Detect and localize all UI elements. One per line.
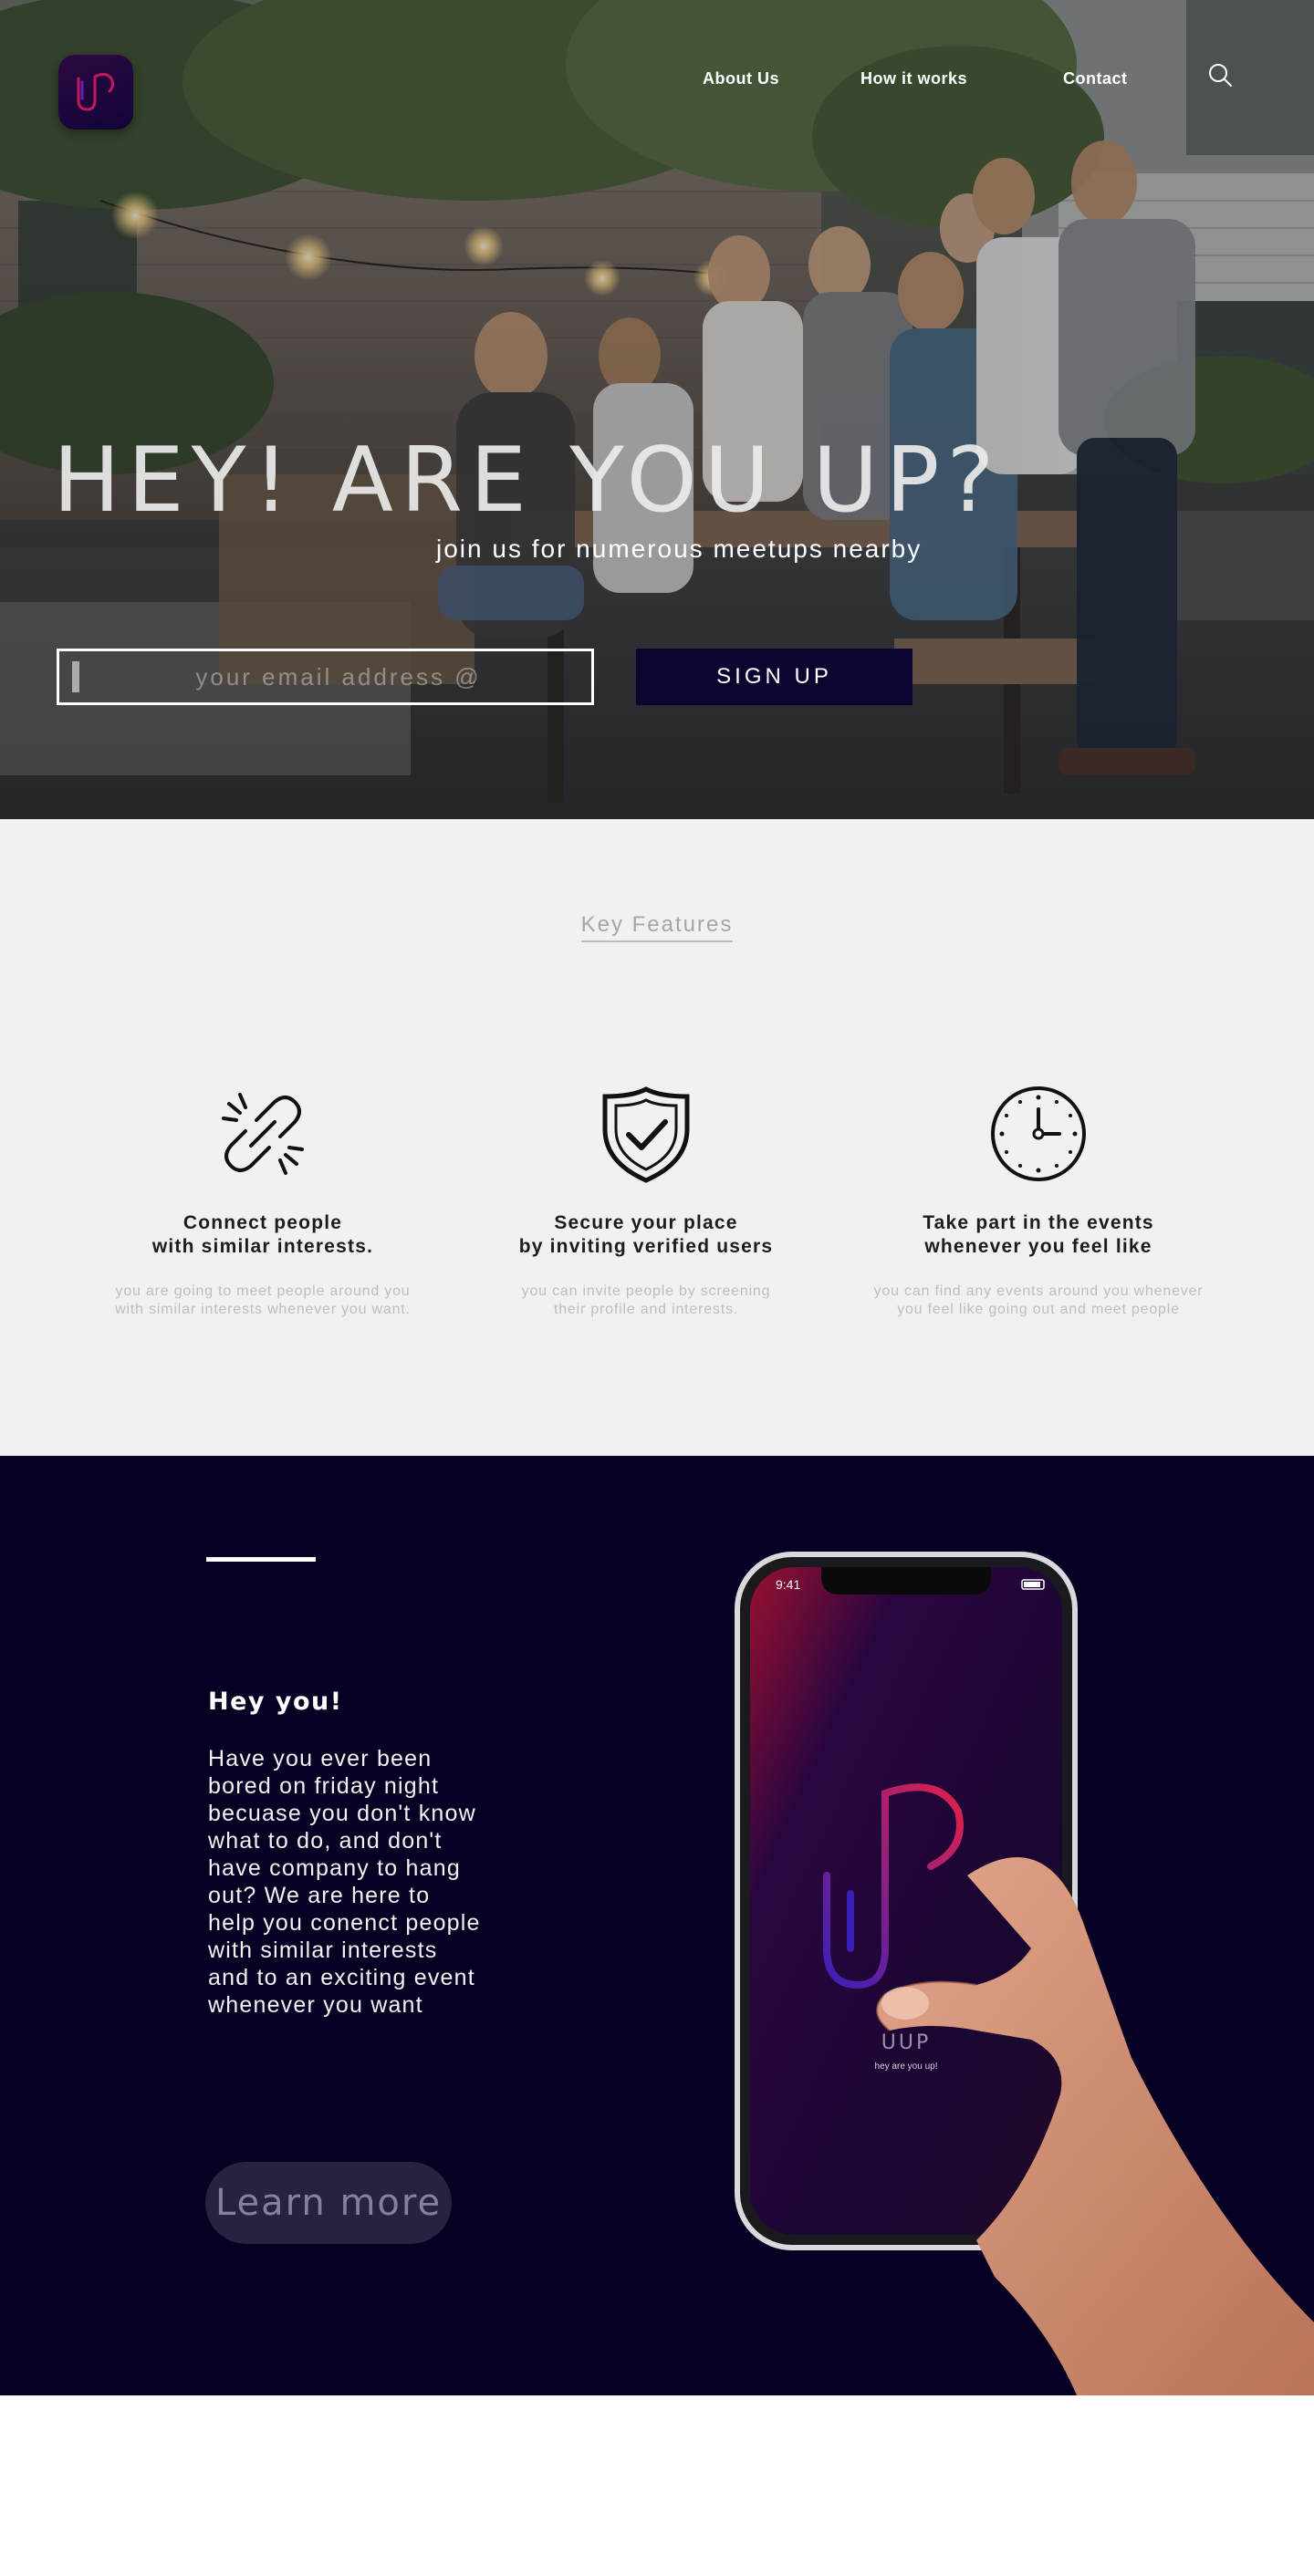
learn-more-button[interactable]: Learn more bbox=[205, 2162, 452, 2244]
main-nav: About Us How it works Contact bbox=[0, 69, 1314, 91]
search-icon[interactable] bbox=[1206, 62, 1234, 89]
email-input[interactable] bbox=[92, 651, 585, 702]
app-logo[interactable] bbox=[58, 55, 133, 130]
sign-up-button[interactable]: SIGN UP bbox=[636, 649, 912, 705]
nav-link-about-us[interactable]: About Us bbox=[703, 69, 779, 88]
hero-subtitle: join us for numerous meetups nearby bbox=[436, 535, 923, 563]
promo-section: Hey you! Have you ever been bored on fri… bbox=[0, 1456, 1314, 2395]
hero-title: HEY! ARE YOU UP? bbox=[53, 429, 1002, 533]
promo-body: Have you ever been bored on friday night… bbox=[208, 1746, 481, 2018]
feature-description: you can invite people by screening their… bbox=[521, 1283, 771, 1317]
shield-check-icon bbox=[602, 1086, 690, 1183]
email-cursor bbox=[72, 661, 79, 692]
logo-mark-icon bbox=[77, 72, 115, 111]
promo-divider bbox=[206, 1557, 316, 1562]
phone-in-hand-image: 9:41 UUP hey are you up! bbox=[735, 1552, 1314, 2395]
nav-link-how-it-works[interactable]: How it works bbox=[860, 69, 967, 88]
clock-icon bbox=[991, 1086, 1086, 1181]
feature-connect: Connect people with similar interests. y… bbox=[71, 1084, 454, 1319]
phone-status-time: 9:41 bbox=[776, 1577, 800, 1592]
feature-secure: Secure your place by inviting verified u… bbox=[454, 1084, 838, 1319]
email-field-container bbox=[57, 649, 594, 705]
phone-tagline: hey are you up! bbox=[875, 2062, 938, 2072]
feature-title: Secure your place by inviting verified u… bbox=[518, 1212, 774, 1257]
feature-events: Take part in the events whenever you fee… bbox=[847, 1084, 1230, 1319]
key-features-heading: Key Features bbox=[0, 912, 1314, 942]
phone-app-name: UUP bbox=[881, 2031, 931, 2054]
footer-space bbox=[0, 2395, 1314, 2576]
link-icon bbox=[222, 1093, 304, 1175]
feature-title: Connect people with similar interests. bbox=[151, 1212, 374, 1257]
key-features-link[interactable]: Key Features bbox=[580, 912, 734, 942]
feature-description: you are going to meet people around you … bbox=[115, 1283, 411, 1317]
hero-section: About Us How it works Contact HEY! ARE Y… bbox=[0, 0, 1314, 819]
nav-link-contact[interactable]: Contact bbox=[1063, 69, 1128, 88]
feature-description: you can find any events around you whene… bbox=[873, 1283, 1204, 1317]
feature-title: Take part in the events whenever you fee… bbox=[923, 1212, 1154, 1257]
key-features-section: Key Features Connect people with similar… bbox=[0, 819, 1314, 1456]
promo-heading: Hey you! bbox=[208, 1688, 343, 1716]
